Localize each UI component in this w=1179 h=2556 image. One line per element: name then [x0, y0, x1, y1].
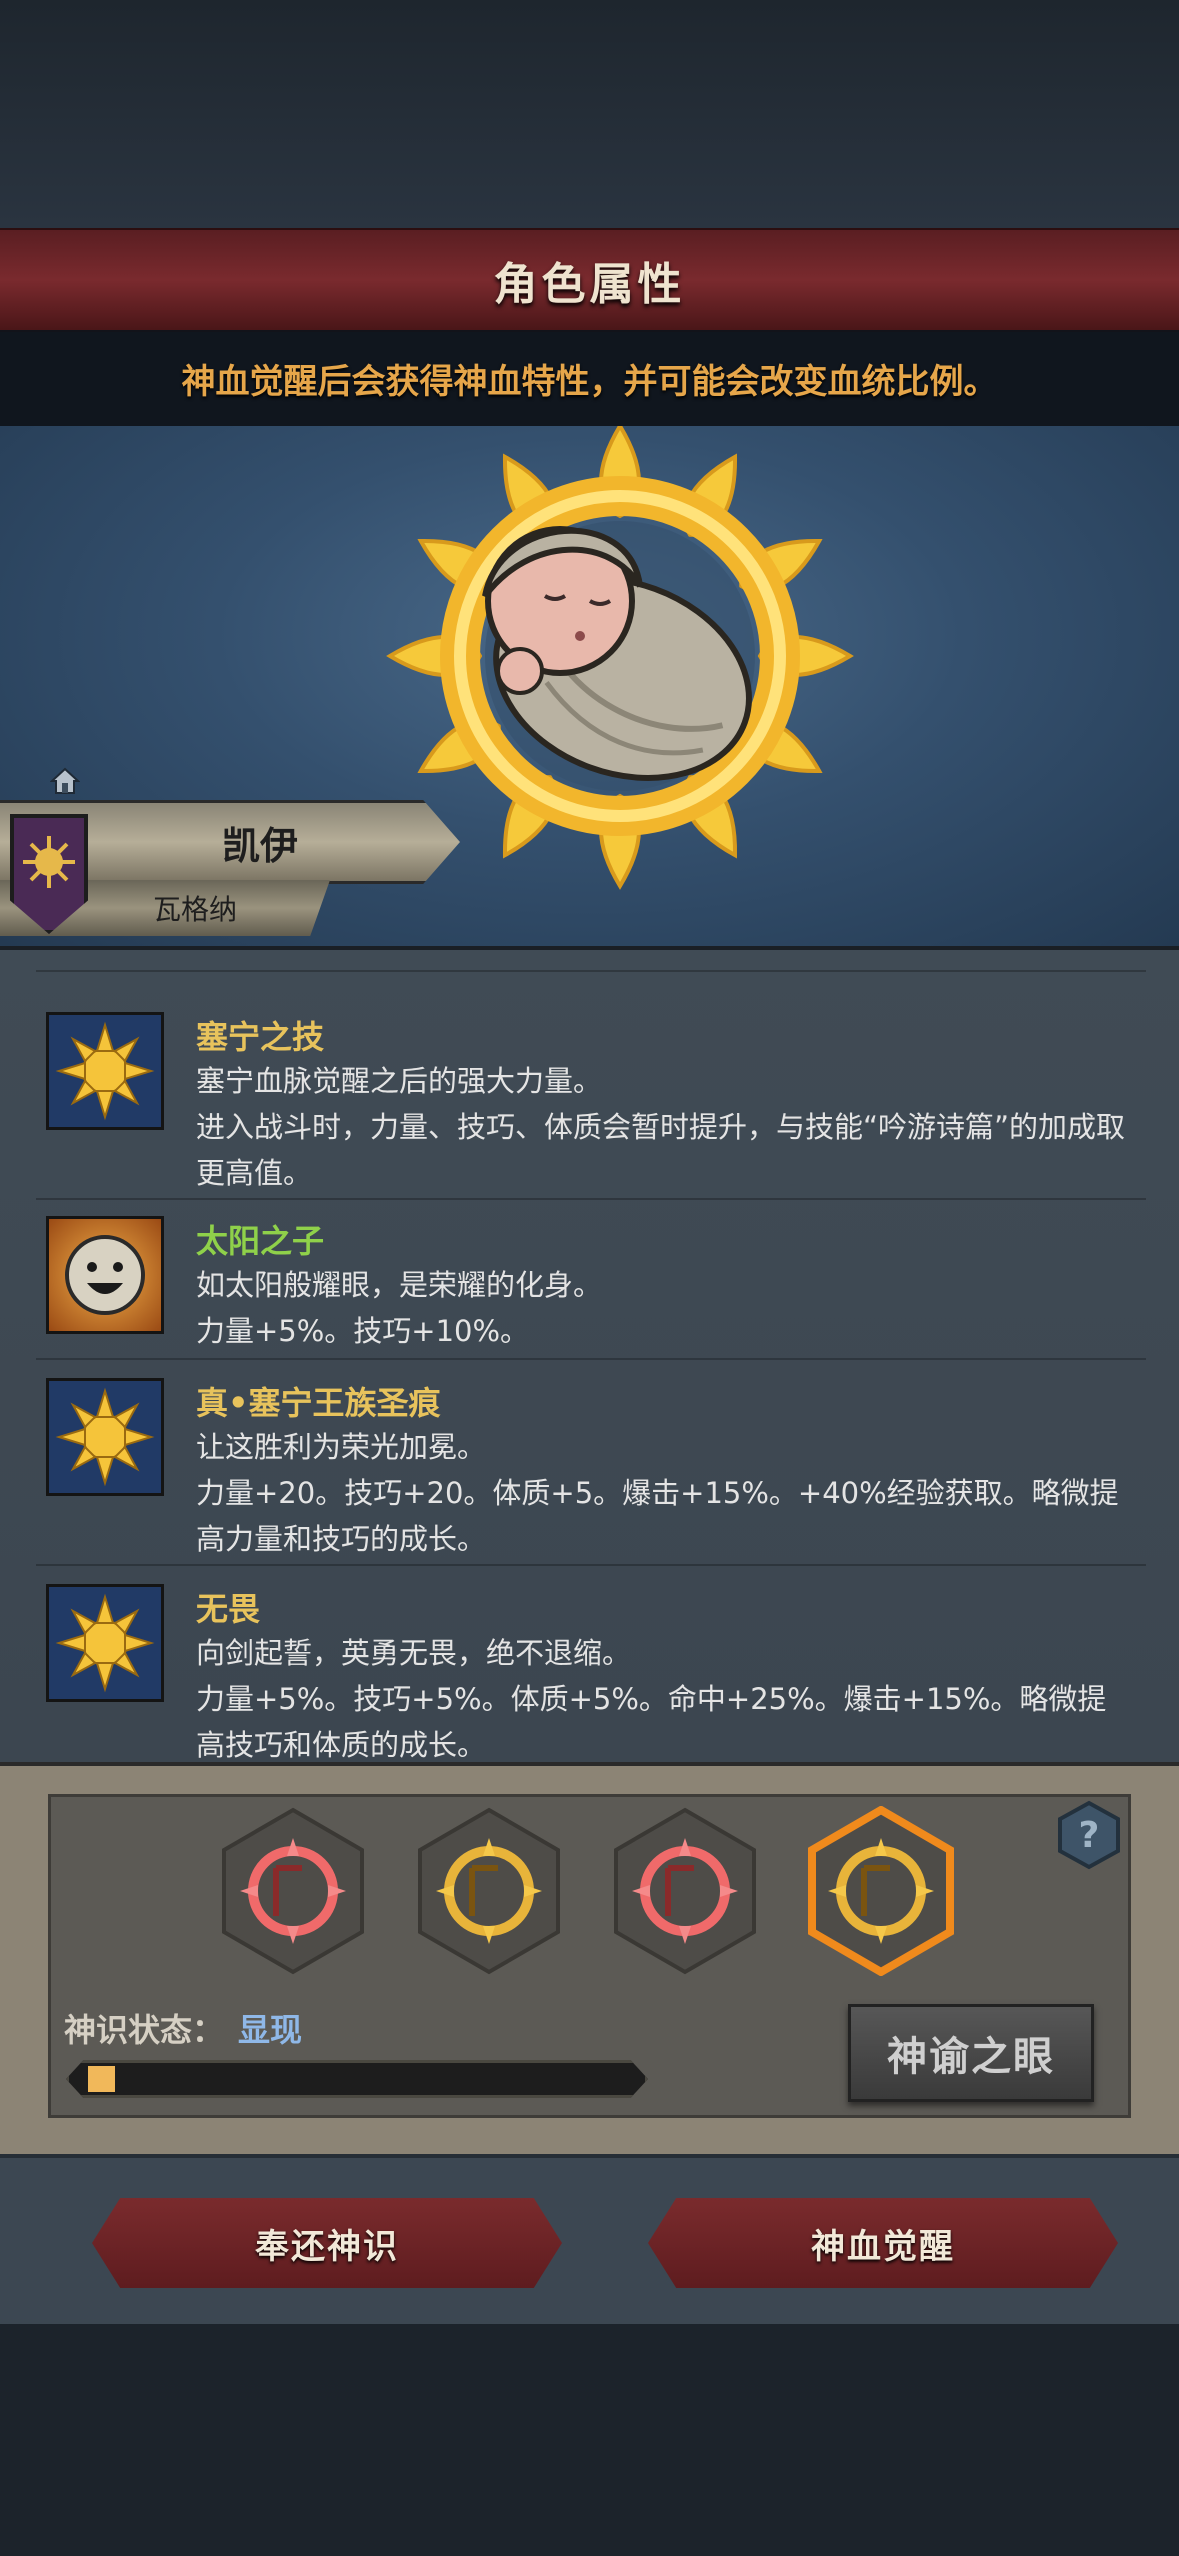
trait-description: 让这胜利为荣光加冕。 力量+20。技巧+20。体质+5。爆击+15%。+40%经…	[196, 1430, 1119, 1556]
trait-description: 向剑起誓，英勇无畏，绝不退缩。 力量+5%。技巧+5%。体质+5%。命中+25%…	[196, 1636, 1107, 1762]
trait-name: 塞宁之技	[196, 1018, 325, 1056]
character-name: 凯伊	[221, 823, 298, 868]
svg-text:?: ?	[1079, 1815, 1100, 1856]
page-title: 角色属性	[493, 259, 686, 310]
title-banner: 角色属性	[0, 228, 1179, 332]
gold-sun-emblem-icon	[808, 1805, 954, 1977]
trait-description: 塞宁血脉觉醒之后的强大力量。 进入战斗时，力量、技巧、体质会暂时提升，与技能“吟…	[196, 1064, 1126, 1190]
sun-icon	[46, 1584, 164, 1702]
clan-name: 瓦格纳	[152, 893, 237, 926]
red-sun-emblem-icon	[222, 1807, 364, 1975]
emblem-slot-3[interactable]	[610, 1806, 760, 1976]
subtitle-bar: 神血觉醒后会获得神血特性，并可能会改变血统比例。	[0, 330, 1179, 426]
trait-name: 真•塞宁王族圣痕	[196, 1384, 441, 1422]
page-subtitle: 神血觉醒后会获得神血特性，并可能会改变血统比例。	[181, 361, 998, 402]
blood-awaken-button[interactable]: 神血觉醒	[648, 2198, 1118, 2288]
divine-sense-status-label: 神识状态：	[64, 2011, 225, 2049]
divider	[36, 970, 1146, 972]
awaken-button-label: 神血觉醒	[811, 2226, 955, 2267]
gold-sun-emblem-icon	[418, 1807, 560, 1975]
return-divine-sense-button[interactable]: 奉还神识	[92, 2198, 562, 2288]
sun-icon	[46, 1378, 164, 1496]
divine-sense-status-value: 显现	[238, 2011, 303, 2049]
emblem-slot-4-selected[interactable]	[806, 1805, 956, 1977]
home-icon[interactable]	[50, 766, 80, 796]
oracle-eye-button-label: 神谕之眼	[887, 2034, 1055, 2080]
footer-backdrop	[0, 2324, 1179, 2556]
divider	[36, 1198, 1146, 1200]
oracle-eye-button[interactable]: 神谕之眼	[848, 2004, 1094, 2102]
sun-icon	[46, 1012, 164, 1130]
divine-sense-progress-bar	[66, 2060, 648, 2098]
trait-description: 如太阳般耀眼，是荣耀的化身。 力量+5%。技巧+10%。	[196, 1268, 603, 1348]
emblem-slot-1[interactable]	[218, 1806, 368, 1976]
divine-sense-progress-fill	[88, 2066, 115, 2092]
red-sun-emblem-icon	[614, 1807, 756, 1975]
return-button-label: 奉还神识	[255, 2226, 399, 2267]
help-icon[interactable]: ?	[1054, 1800, 1124, 1870]
trait-name: 无畏	[196, 1590, 261, 1628]
top-backdrop	[0, 0, 1179, 228]
divider	[36, 1358, 1146, 1360]
trait-list-panel[interactable]: 塞宁之技 塞宁血脉觉醒之后的强大力量。 进入战斗时，力量、技巧、体质会暂时提升，…	[0, 946, 1179, 1766]
trait-name: 太阳之子	[196, 1222, 325, 1260]
divider	[36, 1564, 1146, 1566]
emblem-slot-2[interactable]	[414, 1806, 564, 1976]
smiley-face-icon	[46, 1216, 164, 1334]
